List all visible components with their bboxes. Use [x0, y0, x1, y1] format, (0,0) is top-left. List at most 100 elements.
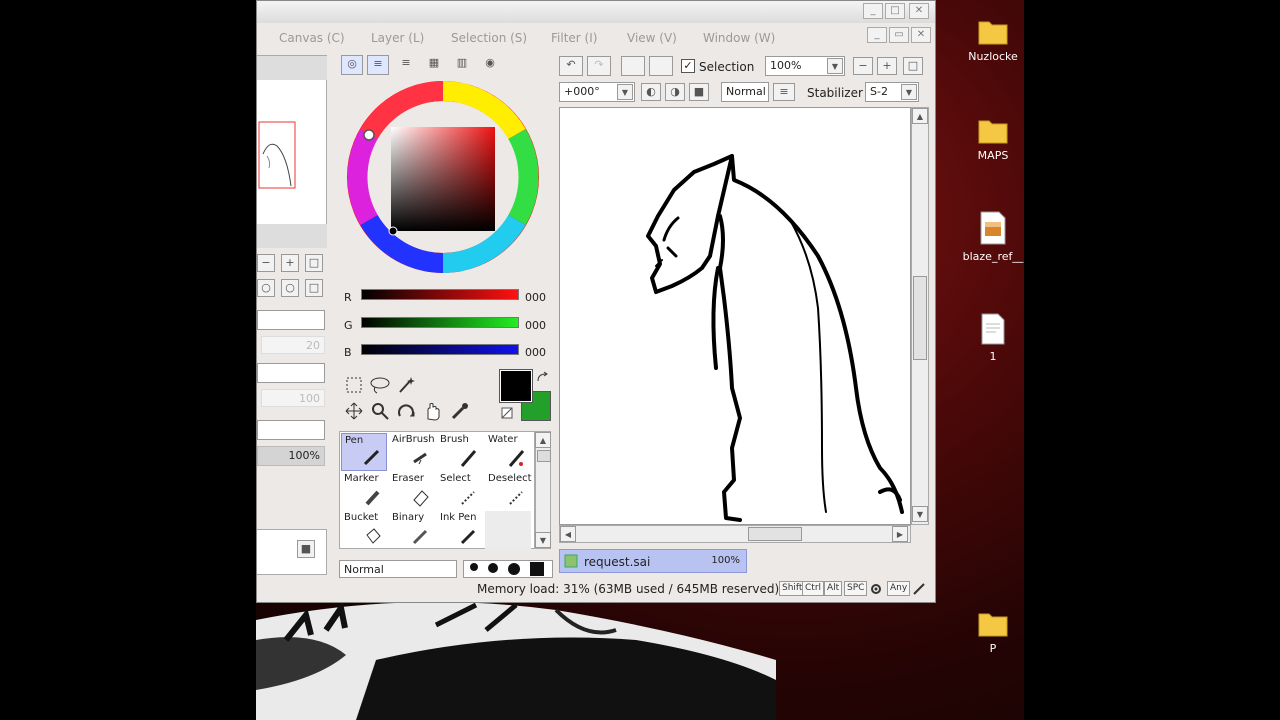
eyedropper-icon[interactable] [451, 402, 469, 420]
hscroll-right-button[interactable]: ▶ [892, 526, 908, 542]
layer-blend-dropdown[interactable] [257, 310, 325, 330]
window-titlebar[interactable] [257, 1, 935, 23]
document-tab[interactable]: request.sai 100% [559, 549, 747, 573]
nav-reset-button[interactable]: □ [305, 254, 323, 272]
desktop-icon-nuzlocke[interactable]: Nuzlocke [958, 16, 1024, 63]
minimize-button[interactable]: _ [863, 3, 883, 19]
layer-visibility-button[interactable]: ■ [297, 540, 315, 558]
scroll-down-button[interactable]: ▼ [535, 532, 551, 548]
layer-mode-dropdown[interactable] [257, 420, 325, 440]
color-wheel-tab[interactable]: ◎ [341, 55, 363, 75]
primary-color-swatch[interactable] [499, 369, 533, 403]
rotate-icon[interactable] [397, 402, 415, 420]
undo-button[interactable]: ↶ [559, 56, 583, 76]
zoom-reset-button[interactable]: □ [903, 57, 923, 75]
nav-rotate-reset-button[interactable]: □ [305, 279, 323, 297]
rect-select-icon[interactable] [345, 376, 363, 394]
layer-opacity-bar[interactable]: 100% [257, 446, 325, 466]
tool-ink-pen[interactable]: Ink Pen [437, 511, 483, 549]
vscroll-thumb[interactable] [913, 276, 927, 360]
g-value[interactable]: 000 [525, 319, 546, 332]
rgb-slider-tab[interactable]: ≡ [367, 55, 389, 75]
swatches-tab[interactable]: ▦ [423, 55, 445, 75]
tool-eraser[interactable]: Eraser [389, 472, 435, 510]
menu-layer[interactable]: Layer (L) [371, 31, 424, 45]
nav-rotate-right-button[interactable]: ○ [281, 279, 299, 297]
brush-shape-selector[interactable] [463, 560, 553, 578]
angle-dropdown-arrow[interactable]: ▼ [617, 84, 633, 100]
menu-window[interactable]: Window (W) [703, 31, 775, 45]
layer-field-a[interactable]: 20 [261, 336, 325, 354]
rotate-right-button[interactable]: ◑ [665, 83, 685, 101]
r-slider[interactable] [361, 289, 519, 300]
nav-rotate-left-button[interactable]: ○ [257, 279, 275, 297]
desktop-icon-p[interactable]: P [958, 608, 1024, 655]
zoom-dropdown[interactable]: 100% ▼ [765, 56, 845, 76]
canvas-area[interactable] [559, 107, 911, 525]
layer-field-b[interactable]: 100 [261, 389, 325, 407]
brush-blend-mode-dropdown[interactable]: Normal [339, 560, 457, 578]
canvas-horizontal-scrollbar[interactable]: ◀ ▶ [559, 525, 911, 543]
doc-minimize-button[interactable]: _ [867, 27, 887, 43]
zoom-in-button[interactable]: + [877, 57, 897, 75]
tool-deselect[interactable]: Deselect [485, 472, 532, 510]
rotate-left-button[interactable]: ◐ [641, 83, 661, 101]
menu-view[interactable]: View (V) [627, 31, 677, 45]
nav-zoom-in-button[interactable]: + [281, 254, 299, 272]
selection-checkbox[interactable]: ✓ [681, 59, 695, 73]
canvas-vertical-scrollbar[interactable]: ▲ ▼ [911, 107, 929, 525]
color-wheel[interactable] [345, 79, 541, 275]
color-menu-tab[interactable]: ◉ [479, 55, 501, 75]
transparent-color-icon[interactable] [501, 407, 513, 419]
stabilizer-dropdown-arrow[interactable]: ▼ [901, 84, 917, 100]
tool-select[interactable]: Select [437, 472, 483, 510]
zoom-icon[interactable] [371, 402, 389, 420]
zoom-out-button[interactable]: − [853, 57, 873, 75]
hscroll-thumb[interactable] [748, 527, 802, 541]
scroll-thumb[interactable] [537, 450, 551, 462]
b-slider[interactable] [361, 344, 519, 355]
desktop-icon-1[interactable]: 1 [958, 312, 1024, 363]
deselect-button[interactable] [621, 56, 645, 76]
doc-restore-button[interactable]: ▭ [889, 27, 909, 43]
nav-zoom-out-button[interactable]: − [257, 254, 275, 272]
hand-icon[interactable] [423, 401, 443, 421]
selection-label[interactable]: Selection [699, 60, 754, 74]
zoom-dropdown-arrow[interactable]: ▼ [827, 58, 843, 74]
tool-palette-scrollbar[interactable]: ▲ ▼ [535, 431, 551, 549]
rotate-reset-button[interactable]: ■ [689, 83, 709, 101]
tool-bucket[interactable]: Bucket [341, 511, 387, 549]
tool-brush[interactable]: Brush [437, 433, 483, 471]
menu-canvas[interactable]: Canvas (C) [279, 31, 345, 45]
hsv-slider-tab[interactable]: ≡ [395, 55, 417, 75]
close-button[interactable]: ✕ [909, 3, 929, 19]
lasso-icon[interactable] [369, 376, 391, 394]
scratchpad-tab[interactable]: ▥ [451, 55, 473, 75]
swap-colors-icon[interactable] [535, 371, 549, 385]
tool-water[interactable]: Water [485, 433, 531, 471]
scroll-up-button[interactable]: ▲ [535, 432, 551, 448]
hscroll-left-button[interactable]: ◀ [560, 526, 576, 542]
desktop-icon-blaze-ref[interactable]: blaze_ref__ [950, 210, 1024, 263]
flip-canvas-button[interactable]: ≡ [773, 83, 795, 101]
maximize-button[interactable]: □ [885, 3, 905, 19]
menu-filter[interactable]: Filter (I) [551, 31, 597, 45]
b-value[interactable]: 000 [525, 346, 546, 359]
desktop-icon-maps[interactable]: MAPS [958, 115, 1024, 162]
g-slider[interactable] [361, 317, 519, 328]
doc-close-button[interactable]: ✕ [911, 27, 931, 43]
tool-binary[interactable]: Binary [389, 511, 435, 549]
vscroll-up-button[interactable]: ▲ [912, 108, 928, 124]
tool-marker[interactable]: Marker [341, 472, 387, 510]
stabilizer-dropdown[interactable]: S-2 ▼ [865, 82, 919, 102]
angle-dropdown[interactable]: +000° ▼ [559, 82, 635, 102]
layer-option-dropdown[interactable] [257, 363, 325, 383]
r-value[interactable]: 000 [525, 291, 546, 304]
canvas-drawing[interactable] [560, 108, 910, 524]
navigator-preview[interactable] [257, 84, 327, 204]
canvas-blend-mode-field[interactable]: Normal [721, 82, 769, 102]
redo-button[interactable]: ↷ [587, 56, 611, 76]
move-icon[interactable] [345, 402, 363, 420]
menu-selection[interactable]: Selection (S) [451, 31, 527, 45]
invert-selection-button[interactable] [649, 56, 673, 76]
